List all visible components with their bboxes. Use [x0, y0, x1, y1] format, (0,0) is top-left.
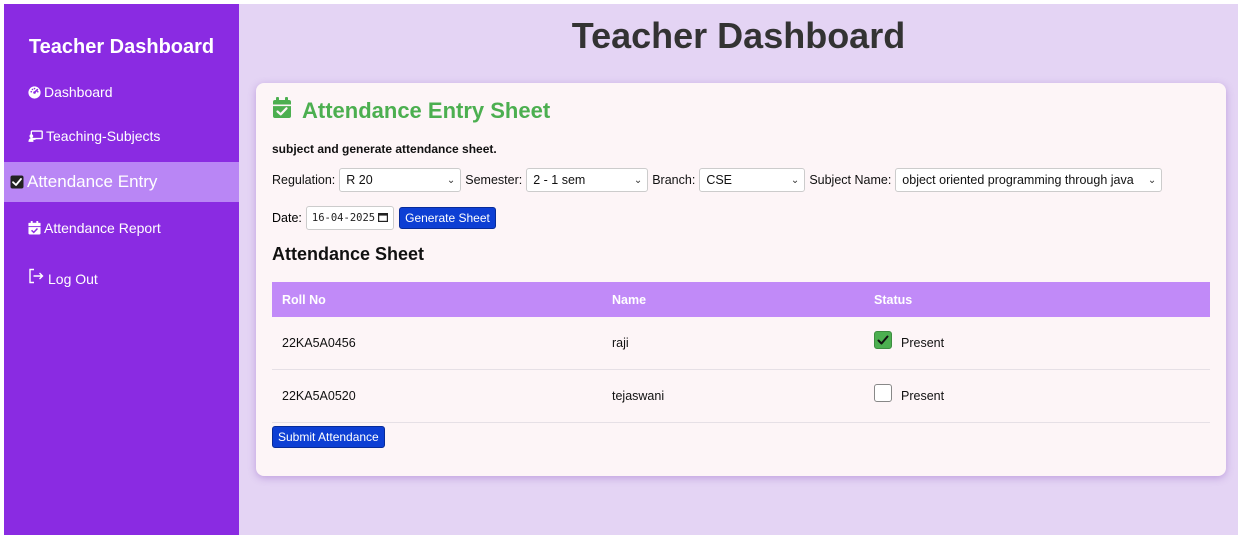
app-root: Teacher Dashboard Dashboard Teaching-Sub…: [4, 4, 1238, 535]
semester-label: Semester:: [465, 173, 523, 187]
sidebar-item-teaching-subjects[interactable]: Teaching-Subjects: [4, 126, 239, 146]
regulation-value: R 20: [346, 173, 373, 187]
subject-name-value: object oriented programming through java: [902, 173, 1134, 187]
table-header: Roll No Name Status: [272, 282, 1210, 317]
column-header-name: Name: [612, 292, 647, 307]
card-title: Attendance Entry Sheet: [302, 97, 551, 123]
status-cell: Present: [874, 331, 1210, 352]
branch-value: CSE: [706, 173, 733, 187]
attendance-sheet-title: Attendance Sheet: [272, 244, 425, 264]
sidebar: Teacher Dashboard Dashboard Teaching-Sub…: [4, 4, 239, 535]
sidebar-item-label: Teaching-Subjects: [46, 128, 161, 144]
present-checkbox[interactable]: [874, 331, 892, 349]
submit-attendance-button[interactable]: Submit Attendance: [272, 426, 385, 448]
instructions-text: subject and generate attendance sheet.: [272, 142, 497, 156]
checkbox-checked-icon: [10, 175, 24, 189]
chalkboard-teacher-icon: [28, 129, 43, 143]
sidebar-item-label: Dashboard: [44, 84, 113, 100]
date-label: Date:: [272, 211, 302, 225]
sidebar-item-attendance-report[interactable]: Attendance Report: [4, 218, 239, 238]
subject-name-label: Subject Name:: [809, 173, 892, 187]
roll-no-cell: 22KA5A0456: [282, 336, 356, 350]
sidebar-title: Teacher Dashboard: [28, 36, 215, 58]
regulation-select[interactable]: R 20 ⌄: [339, 168, 462, 192]
subject-name-select[interactable]: object oriented programming through java…: [895, 168, 1163, 192]
attendance-entry-card: Attendance Entry Sheet subject and gener…: [256, 83, 1226, 476]
date-input[interactable]: 16-04-2025: [305, 206, 395, 230]
date-row: Date: 16-04-2025 Generate Sheet: [272, 206, 496, 230]
status-cell: Present: [874, 384, 1210, 405]
calendar-icon: [378, 212, 389, 225]
attendance-table: Roll No Name Status 22KA5A0456 raji Pres…: [272, 282, 1210, 423]
chevron-down-icon: ⌄: [790, 174, 800, 186]
branch-label: Branch:: [652, 173, 696, 187]
logout-arrow-icon: [28, 268, 44, 284]
dashboard-gauge-icon: [28, 85, 41, 99]
sidebar-item-attendance-entry[interactable]: Attendance Entry: [4, 162, 239, 202]
chevron-down-icon: ⌄: [1147, 174, 1157, 186]
date-value: 16-04-2025: [311, 212, 376, 224]
column-header-status: Status: [874, 292, 913, 307]
present-checkbox[interactable]: [874, 384, 892, 402]
name-cell: raji: [612, 336, 629, 350]
calendar-check-icon: [272, 97, 292, 124]
column-header-roll-no: Roll No: [282, 292, 326, 307]
sidebar-item-dashboard[interactable]: Dashboard: [4, 82, 239, 102]
sidebar-item-label: Attendance Entry: [27, 172, 158, 191]
calendar-check-icon: [28, 221, 41, 235]
card-header: Attendance Entry Sheet: [272, 97, 550, 124]
status-label: Present: [901, 336, 945, 350]
table-row: 22KA5A0456 raji Present: [272, 317, 1210, 370]
name-cell: tejaswani: [612, 389, 665, 403]
semester-value: 2 - 1 sem: [533, 173, 586, 187]
status-label: Present: [901, 389, 945, 403]
page-title: Teacher Dashboard: [571, 15, 906, 56]
table-row: 22KA5A0520 tejaswani Present: [272, 370, 1210, 423]
main-content: Teacher Dashboard Attendance Entry Sheet…: [239, 4, 1238, 535]
sidebar-item-log-out[interactable]: Log Out: [4, 264, 239, 288]
regulation-label: Regulation:: [272, 173, 336, 187]
roll-no-cell: 22KA5A0520: [282, 389, 356, 403]
chevron-down-icon: ⌄: [446, 174, 456, 186]
generate-sheet-button[interactable]: Generate Sheet: [399, 207, 496, 229]
checkmark-icon: [877, 335, 889, 345]
branch-select[interactable]: CSE ⌄: [699, 168, 806, 192]
semester-select[interactable]: 2 - 1 sem ⌄: [526, 168, 649, 192]
filter-row: Regulation: R 20 ⌄ Semester: 2 - 1 sem ⌄…: [272, 168, 1166, 192]
sidebar-item-label: Attendance Report: [44, 220, 161, 236]
sidebar-item-label: Log Out: [48, 271, 98, 287]
chevron-down-icon: ⌄: [633, 174, 643, 186]
